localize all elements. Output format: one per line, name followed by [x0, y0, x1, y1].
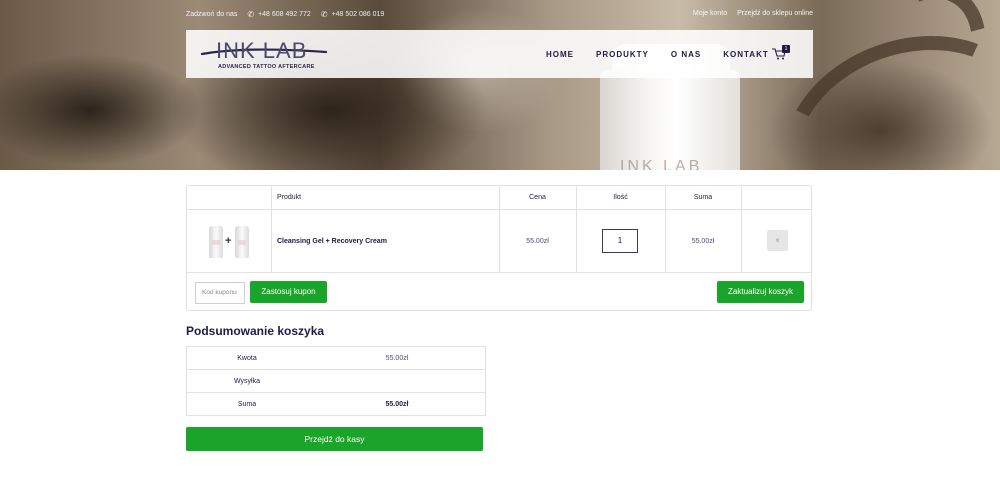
product-price: 55.00zł	[526, 238, 549, 245]
hero-bottle-label: INK LAB	[620, 158, 703, 170]
header-price: Cena	[529, 194, 546, 201]
header-product: Produkt	[277, 194, 302, 201]
update-cart-button[interactable]: Zaktualizuj koszyk	[717, 281, 804, 303]
summary-row-subtotal: Kwota 55.00zł	[187, 347, 485, 370]
logo-tagline: ADVANCED TATTOO AFTERCARE	[218, 64, 315, 70]
cart-summary-title: Podsumowanie koszyka	[186, 324, 325, 338]
site-logo[interactable]: INK LAB ADVANCED TATTOO AFTERCARE	[200, 36, 340, 72]
cart-summary-table: Kwota 55.00zł Wysyłka Suma 55.00zł	[186, 346, 486, 416]
hero-bottle	[600, 70, 740, 170]
main-navbar: INK LAB ADVANCED TATTOO AFTERCARE HOME P…	[186, 30, 813, 78]
summary-total-value: 55.00zł	[385, 401, 409, 408]
contact-label: Zadzwoń do nas	[186, 11, 238, 18]
coupon-input[interactable]: Kod kuponu	[195, 282, 245, 304]
phone-icon: ✆	[320, 10, 328, 19]
logo-text: INK LAB	[216, 38, 308, 63]
cart-count-badge: 1	[782, 45, 790, 53]
shop-online-link[interactable]: Przejdź do sklepu online	[737, 10, 813, 17]
cart-button[interactable]: 1	[772, 45, 792, 62]
main-menu: HOME PRODUKTY O NAS KONTAKT	[546, 30, 769, 78]
phone-link-2[interactable]: ✆ +48 502 086 019	[321, 10, 384, 19]
phone-icon: ✆	[247, 10, 255, 19]
phone-number-2: +48 502 086 019	[331, 11, 385, 18]
product-name-link[interactable]: Cleansing Gel + Recovery Cream	[277, 210, 387, 273]
product-subtotal: 55.00zł	[691, 238, 715, 245]
phone-number-1: +48 608 492 772	[258, 11, 311, 18]
header-quantity: Ilość	[613, 194, 628, 201]
nav-contact[interactable]: KONTAKT	[723, 50, 769, 59]
remove-item-button[interactable]: ×	[767, 230, 788, 251]
summary-label: Kwota	[237, 355, 257, 362]
nav-products[interactable]: PRODUKTY	[596, 50, 649, 59]
summary-value: 55.00zł	[385, 355, 409, 362]
summary-row-shipping: Wysyłka	[187, 370, 485, 393]
checkout-button[interactable]: Przejdź do kasy	[186, 427, 483, 451]
summary-label: Wysyłka	[234, 378, 260, 385]
apply-coupon-button[interactable]: Zastosuj kupon	[250, 281, 327, 303]
product-thumbnail[interactable]: +	[207, 226, 251, 258]
phone-link-1[interactable]: ✆ +48 608 492 772	[247, 10, 310, 19]
quantity-input[interactable]: 1	[602, 229, 638, 253]
header-total: Suma	[693, 194, 713, 201]
summary-label: Suma	[237, 401, 257, 408]
my-account-link[interactable]: Moje konto	[693, 10, 727, 17]
table-row: + Cleansing Gel + Recovery Cream 55.00zł…	[187, 210, 811, 273]
cart-table: Produkt Cena Ilość Suma + Cleansing Gel …	[186, 185, 812, 311]
nav-home[interactable]: HOME	[546, 50, 574, 59]
summary-row-total: Suma 55.00zł	[187, 393, 485, 416]
top-bar: Zadzwoń do nas ✆ +48 608 492 772 ✆ +48 5…	[186, 10, 813, 22]
hero-banner: INK LAB	[0, 0, 1000, 170]
nav-about[interactable]: O NAS	[671, 50, 701, 59]
